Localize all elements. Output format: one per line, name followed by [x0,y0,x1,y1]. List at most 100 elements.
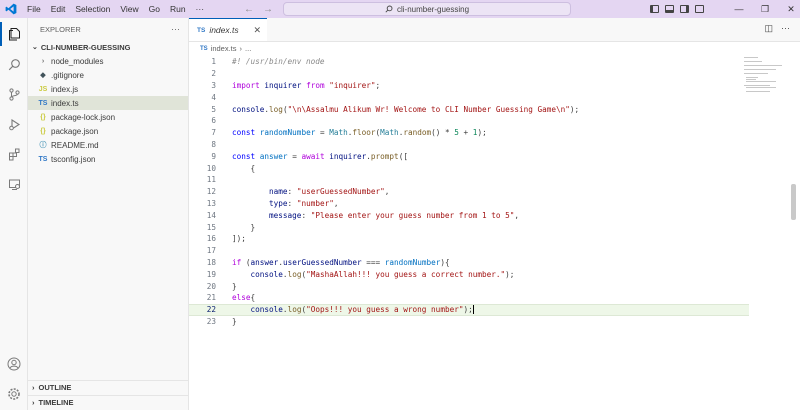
code-token: "Oops!!! you guess a wrong number" [306,304,464,314]
back-arrow-icon[interactable]: ← [244,4,254,15]
remote-explorer-icon[interactable] [0,172,28,196]
code-text: import inquirer from "inquirer"; [216,81,380,90]
code-token: import [232,80,260,90]
code-token: () * [431,128,455,138]
tree-item[interactable]: {} package.json [28,124,188,138]
forward-arrow-icon[interactable]: → [263,4,273,15]
tree-item[interactable]: {} package-lock.json [28,110,188,124]
code-line: 2 [189,68,749,80]
more-actions-icon[interactable]: ··· [171,24,180,34]
code-token: else [232,293,251,303]
code-token: = [319,128,330,138]
code-line: 5 console.log("\n\Assalmu Alikum Wr! Welc… [189,103,749,115]
typescript-file-icon: TS [197,26,206,34]
command-center-search[interactable]: cli-number-guessing [283,2,571,16]
customize-layout-icon[interactable] [695,5,704,13]
close-tab-icon[interactable]: ✕ [253,25,261,36]
toggle-primary-sidebar-icon[interactable] [650,5,659,13]
settings-gear-icon[interactable] [0,382,28,406]
menu-item[interactable]: Edit [46,0,71,18]
code-token: if [232,257,242,267]
tree-item[interactable]: ⓘ README.md [28,138,188,152]
code-token: ); [477,128,487,138]
line-number: 4 [211,92,216,102]
code-token: ){ [440,257,450,267]
split-editor-icon[interactable]: ◫ [764,23,773,34]
file-type-icon: TS [38,99,48,107]
chevron-right-icon: › [32,383,35,392]
vertical-scrollbar[interactable] [791,184,796,220]
menu-item[interactable]: View [115,0,143,18]
code-token: random [403,128,432,138]
code-token: Math [329,128,348,138]
layout-controls [650,0,704,18]
menu-item[interactable]: Selection [70,0,115,18]
toggle-secondary-sidebar-icon[interactable] [680,5,689,13]
explorer-sidebar: EXPLORER ··· ⌄ CLI-NUMBER-GUESSING › node… [28,18,189,410]
editor-more-actions-icon[interactable]: ··· [781,23,790,34]
window-controls: — ❐ ✕ [726,0,800,18]
source-control-icon[interactable] [0,82,28,106]
code-text: name: "userGuessedNumber", [216,187,389,196]
outline-label: OUTLINE [38,383,72,392]
editor-tabs: TS index.ts ✕ [189,18,800,42]
minimize-icon[interactable]: — [726,4,752,14]
tab-index-ts[interactable]: TS index.ts ✕ [189,18,267,41]
nav-arrows: ← → [244,0,273,18]
code-text: } [216,223,256,232]
timeline-label: TIMELINE [38,398,74,407]
code-token: , [514,210,519,220]
code-token: const [232,128,256,138]
text-cursor [472,305,474,315]
workspace-folder[interactable]: ⌄ CLI-NUMBER-GUESSING [28,40,188,54]
search-view-icon[interactable] [0,52,28,76]
chevron-right-icon: › [32,398,35,407]
line-number: 5 [211,104,216,114]
extensions-icon[interactable] [0,142,28,166]
timeline-section[interactable]: › TIMELINE [28,395,189,409]
toggle-panel-icon[interactable] [665,5,674,13]
explorer-icon[interactable] [0,22,28,46]
line-number: 19 [206,269,216,279]
line-number: 17 [206,246,216,256]
menu-item[interactable]: Go [144,0,165,18]
tree-item[interactable]: JS index.js [28,82,188,96]
menu-bar: File Edit Selection View Go Run ··· [22,0,209,18]
menu-item[interactable]: Run [165,0,191,18]
tree-item[interactable]: TS tsconfig.json [28,152,188,166]
typescript-file-icon: TS [200,45,208,52]
line-number: 7 [211,128,216,138]
code-token: "\n\Assalmu Alikum Wr! Welcome to CLI Nu… [287,104,570,114]
run-debug-icon[interactable] [0,112,28,136]
code-line: 12 name: "userGuessedNumber", [189,186,749,198]
file-type-icon: TS [38,155,48,163]
breadcrumb-file[interactable]: index.ts [211,44,237,53]
code-text: if (answer.userGuessedNumber === randomN… [216,258,450,267]
menu-item[interactable]: File [22,0,46,18]
code-token: } [232,316,237,326]
restore-icon[interactable]: ❐ [752,4,778,15]
vscode-logo-icon[interactable] [0,0,22,18]
code-line: 22 console.log("Oops!!! you guess a wron… [189,303,749,316]
code-token: ); [505,269,515,279]
line-number: 18 [206,257,216,267]
code-token: await [301,151,325,161]
outline-section[interactable]: › OUTLINE [28,380,189,394]
menu-item[interactable]: ··· [191,0,210,18]
code-token: , [384,187,390,197]
tree-item-label: README.md [51,140,99,150]
line-number: 2 [211,69,216,79]
code-text: console.log("\n\Assalmu Alikum Wr! Welco… [216,105,579,114]
minimap[interactable] [742,56,782,96]
search-icon [385,5,393,13]
code-text: } [216,317,237,326]
code-token: { [250,293,256,303]
close-window-icon[interactable]: ✕ [778,4,800,15]
tree-item[interactable]: › node_modules [28,54,188,68]
code-editor[interactable]: 1 #! /usr/bin/env node 2 3 import inquirer f… [189,56,749,327]
breadcrumb-symbol[interactable]: ... [245,44,251,53]
accounts-icon[interactable] [0,352,28,376]
code-token: log [269,104,283,114]
tree-item[interactable]: ◆ .gitignore [28,68,188,82]
tree-item[interactable]: TS index.ts [28,96,188,110]
